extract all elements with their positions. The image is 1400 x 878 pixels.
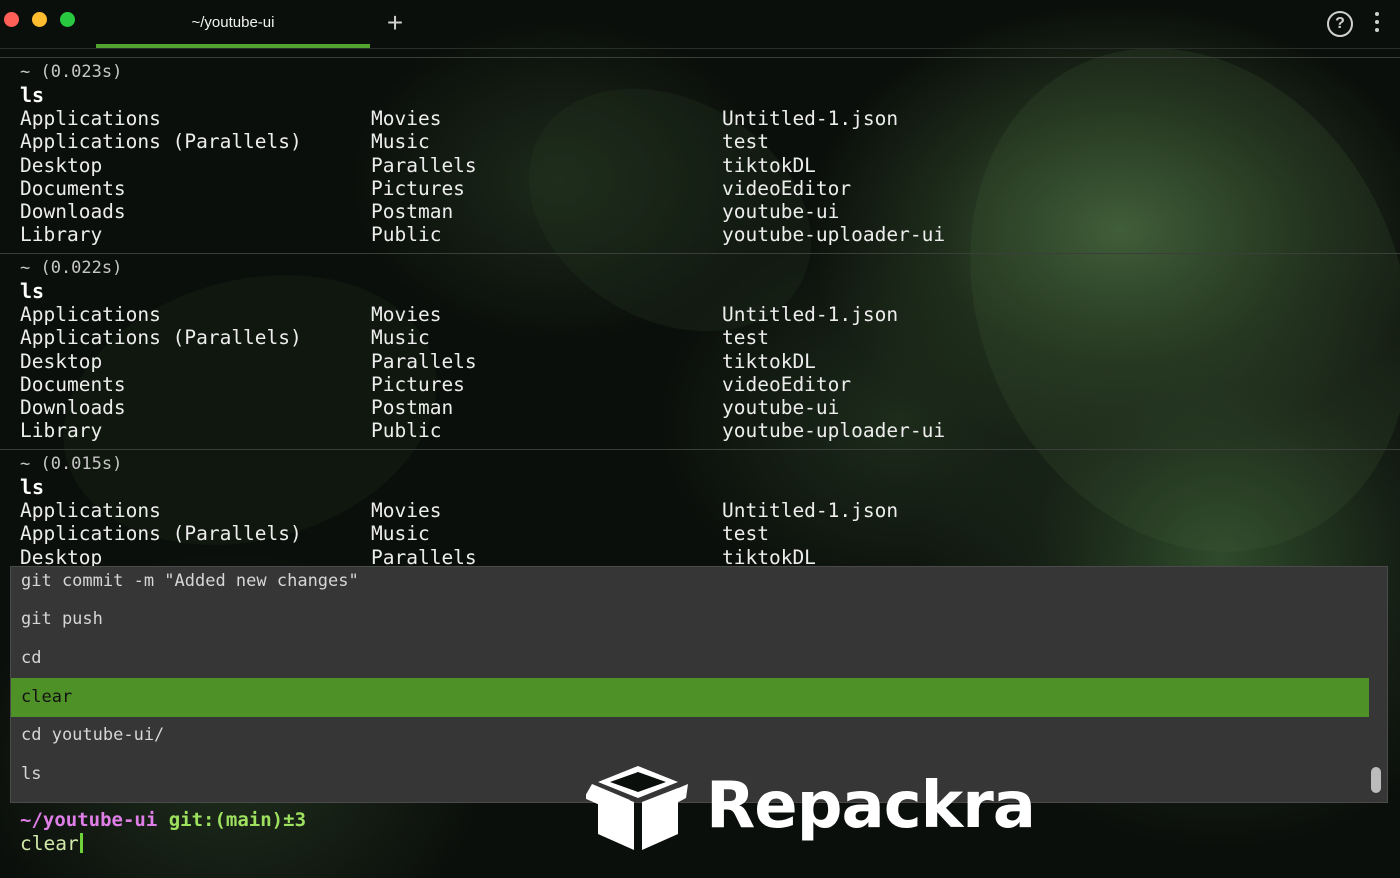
output-cell: Library — [20, 419, 103, 443]
output-cell: tiktokDL — [722, 153, 816, 177]
box-logo-icon — [586, 766, 688, 850]
output-cell: Applications — [20, 303, 161, 326]
output-row: Downloads Postman youtube-ui — [20, 396, 1380, 419]
output-cell: Parallels — [371, 349, 477, 373]
output-cell: tiktokDL — [722, 349, 816, 373]
output-cell: Music — [371, 130, 430, 154]
command-input-text: clear — [20, 832, 79, 855]
title-bar: ~/youtube-ui + ? — [0, 0, 1400, 48]
text-cursor — [79, 833, 83, 853]
command-block[interactable]: ~ (0.022s) ls Applications Movies Untitled… — [20, 257, 1380, 443]
output-cell: Postman — [371, 396, 454, 420]
title-divider — [0, 48, 1400, 49]
block-meta: ~ (0.022s) — [20, 258, 123, 278]
output-row: Applications (Parallels) Music test — [20, 326, 1380, 349]
block-command: ls — [20, 279, 45, 303]
block-divider — [0, 449, 1400, 450]
close-window-button[interactable] — [4, 12, 19, 27]
output-cell: Desktop — [20, 153, 103, 177]
output-row: Applications Movies Untitled-1.json — [20, 303, 1380, 326]
output-cell: Applications — [20, 499, 161, 522]
command-block[interactable]: ~ (0.023s) ls Applications Movies Untitled… — [20, 61, 1380, 247]
output-cell: Postman — [371, 200, 454, 224]
output-cell: Desktop — [20, 349, 103, 373]
output-cell: youtube-uploader-ui — [722, 223, 946, 247]
output-cell: Documents — [20, 372, 126, 396]
block-meta: ~ (0.015s) — [20, 454, 123, 474]
output-cell: Pictures — [371, 176, 465, 200]
block-command: ls — [20, 83, 45, 107]
output-cell: Documents — [20, 176, 126, 200]
history-item[interactable]: git commit -m "Added new changes" — [11, 567, 1369, 601]
output-cell: Music — [371, 522, 430, 546]
output-cell: Applications — [20, 107, 161, 130]
output-cell: test — [722, 522, 769, 546]
output-row: Documents Pictures videoEditor — [20, 373, 1380, 396]
output-row: Applications Movies Untitled-1.json — [20, 499, 1380, 522]
output-row: Applications (Parallels) Music test — [20, 522, 1380, 545]
repackra-watermark: Repackra — [586, 758, 1036, 858]
output-cell: Public — [371, 223, 442, 247]
output-cell: Movies — [371, 303, 442, 326]
block-divider — [0, 253, 1400, 254]
history-item[interactable]: git push — [11, 600, 1369, 639]
block-command: ls — [20, 475, 45, 499]
output-row: Downloads Postman youtube-ui — [20, 200, 1380, 223]
output-cell: Untitled-1.json — [722, 107, 899, 130]
output-cell: youtube-ui — [722, 200, 840, 224]
output-cell: Pictures — [371, 372, 465, 396]
output-row: Library Public youtube-uploader-ui — [20, 419, 1380, 442]
output-cell: youtube-ui — [722, 396, 840, 420]
output-cell: Untitled-1.json — [722, 303, 899, 326]
output-cell: videoEditor — [722, 176, 852, 200]
output-row: Desktop Parallels tiktokDL — [20, 350, 1380, 373]
output-row: Documents Pictures videoEditor — [20, 177, 1380, 200]
prompt-line: ~/youtube-ui git:(main)±3 — [20, 808, 306, 832]
output-cell: Movies — [371, 107, 442, 130]
history-item[interactable]: cd youtube-ui/ — [11, 716, 1369, 755]
output-cell: youtube-uploader-ui — [722, 419, 946, 443]
output-cell: videoEditor — [722, 372, 852, 396]
output-cell: Downloads — [20, 396, 126, 420]
more-options-icon[interactable] — [1369, 12, 1385, 36]
output-row: Applications Movies Untitled-1.json — [20, 107, 1380, 130]
output-cell: Applications (Parallels) — [20, 522, 302, 546]
output-row: Library Public youtube-uploader-ui — [20, 223, 1380, 246]
minimize-window-button[interactable] — [32, 12, 47, 27]
zoom-window-button[interactable] — [60, 12, 75, 27]
output-cell: Downloads — [20, 200, 126, 224]
help-icon[interactable]: ? — [1327, 11, 1353, 37]
command-block[interactable]: ~ (0.015s) ls Applications Movies Untitled… — [20, 453, 1380, 569]
output-row: Applications (Parallels) Music test — [20, 130, 1380, 153]
prompt-path: ~/youtube-ui — [20, 809, 158, 831]
output-cell: Parallels — [371, 153, 477, 177]
new-tab-button[interactable]: + — [383, 9, 407, 37]
output-cell: Library — [20, 223, 103, 247]
output-cell: Untitled-1.json — [722, 499, 899, 522]
watermark-text: Repackra — [706, 769, 1036, 843]
output-cell: Public — [371, 419, 442, 443]
output-cell: Applications (Parallels) — [20, 130, 302, 154]
output-cell: test — [722, 326, 769, 350]
menu-scrollbar[interactable] — [1371, 767, 1381, 793]
history-item[interactable]: cd — [11, 639, 1369, 678]
command-input[interactable]: clear — [20, 832, 83, 856]
output-cell: Music — [371, 326, 430, 350]
tab-label: ~/youtube-ui — [191, 14, 275, 31]
history-item-selected[interactable]: clear — [11, 678, 1369, 717]
prompt-git-status: git:(main)±3 — [168, 809, 307, 831]
output-cell: Movies — [371, 499, 442, 522]
output-cell: Applications (Parallels) — [20, 326, 302, 350]
output-row: Desktop Parallels tiktokDL — [20, 154, 1380, 177]
block-divider — [0, 57, 1400, 58]
block-meta: ~ (0.023s) — [20, 62, 123, 82]
tab-youtube-ui[interactable]: ~/youtube-ui — [96, 0, 370, 48]
output-cell: test — [722, 130, 769, 154]
